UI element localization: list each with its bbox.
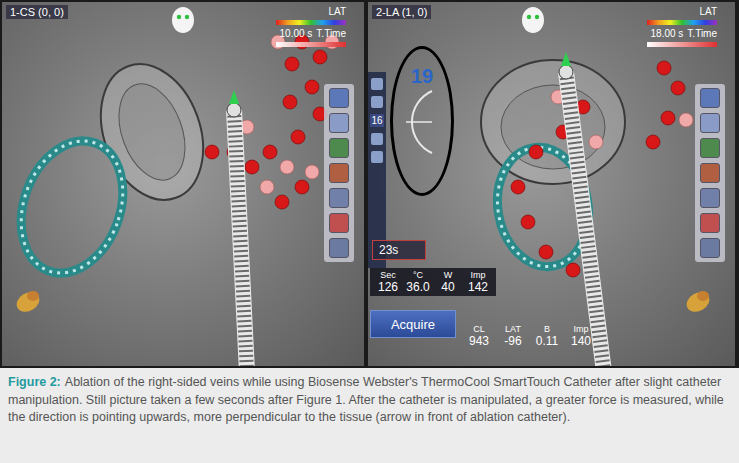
ablation-value: 40 bbox=[434, 280, 462, 294]
left-map-scene bbox=[2, 2, 364, 366]
color-legend: LAT 10.00 sT.Time bbox=[276, 6, 346, 47]
ttime-legend: 18.00 sT.Time bbox=[651, 28, 717, 39]
map-label: 1-CS (0, 0) bbox=[6, 5, 68, 19]
tool-button[interactable] bbox=[700, 238, 720, 258]
strip-icon[interactable] bbox=[371, 133, 383, 145]
catheter-icon bbox=[227, 90, 247, 366]
ttime-color-bar bbox=[276, 42, 346, 47]
right-map-panel: 2-LA (1, 0) LAT 18.00 sT.Time 16 19 23s Sec°CW… bbox=[368, 2, 735, 366]
strip-icon[interactable] bbox=[371, 151, 383, 163]
caption-label: Figure 2: bbox=[8, 375, 61, 389]
point-info-table: CL LAT B Imp 943 -96 0.11 140 bbox=[464, 324, 596, 348]
ablation-header: °C bbox=[404, 270, 432, 280]
map-label: 2-LA (1, 0) bbox=[372, 5, 431, 19]
caption-text: Ablation of the right-sided veins while … bbox=[8, 375, 724, 424]
tool-button[interactable] bbox=[700, 163, 720, 183]
heart-orientation-icon[interactable] bbox=[13, 288, 43, 316]
tool-button[interactable] bbox=[700, 188, 720, 208]
face-icon bbox=[522, 7, 544, 33]
lasso-catheter-icon bbox=[4, 127, 141, 288]
heart-orientation-icon[interactable] bbox=[683, 288, 713, 316]
contact-index: 16 bbox=[370, 114, 383, 127]
lat-color-bar bbox=[276, 20, 346, 25]
ttime-color-bar bbox=[647, 42, 717, 47]
ablation-timer: 23s bbox=[372, 240, 426, 260]
force-gauge: 19 bbox=[390, 46, 454, 196]
ablation-table: Sec°CWImp 12636.040142 bbox=[370, 268, 496, 296]
point-info-value: 943 bbox=[464, 334, 494, 348]
point-info-value: -96 bbox=[498, 334, 528, 348]
strip-icon[interactable] bbox=[371, 78, 383, 90]
catheter-icon bbox=[559, 52, 604, 366]
tool-button[interactable] bbox=[329, 238, 349, 258]
tool-button[interactable] bbox=[329, 88, 349, 108]
point-info-header: LAT bbox=[498, 324, 528, 334]
tool-button[interactable] bbox=[329, 213, 349, 233]
force-direction-icon bbox=[402, 87, 442, 157]
tool-button[interactable] bbox=[700, 88, 720, 108]
ablation-points bbox=[511, 61, 693, 277]
figure-caption: Figure 2:Ablation of the right-sided vei… bbox=[0, 368, 739, 463]
force-value: 19 bbox=[411, 65, 433, 87]
figure-page: 1-CS (0, 0) LAT 10.00 sT.Time 2-LA (1, 0) LA… bbox=[0, 0, 739, 463]
point-info-header: Imp bbox=[566, 324, 596, 334]
tool-button[interactable] bbox=[329, 163, 349, 183]
ttime-legend: 10.00 sT.Time bbox=[280, 28, 346, 39]
tool-button[interactable] bbox=[700, 213, 720, 233]
figure-image: 1-CS (0, 0) LAT 10.00 sT.Time 2-LA (1, 0) LA… bbox=[0, 0, 739, 368]
contact-toolbar: 16 bbox=[368, 72, 386, 268]
tool-button[interactable] bbox=[700, 138, 720, 158]
lat-legend: LAT bbox=[699, 6, 717, 17]
view-toolbar bbox=[324, 84, 354, 262]
lat-color-bar bbox=[647, 20, 717, 25]
ablation-header: W bbox=[434, 270, 462, 280]
ablation-header: Imp bbox=[464, 270, 492, 280]
lat-legend: LAT bbox=[328, 6, 346, 17]
view-toolbar bbox=[695, 84, 725, 262]
point-info-header: CL bbox=[464, 324, 494, 334]
point-info-header: B bbox=[532, 324, 562, 334]
ablation-value: 126 bbox=[374, 280, 402, 294]
left-map-panel: 1-CS (0, 0) LAT 10.00 sT.Time bbox=[2, 2, 364, 366]
face-icon bbox=[172, 7, 194, 33]
point-info-value: 0.11 bbox=[532, 334, 562, 348]
ablation-points bbox=[205, 35, 339, 209]
tool-button[interactable] bbox=[329, 138, 349, 158]
tool-button[interactable] bbox=[700, 113, 720, 133]
color-legend: LAT 18.00 sT.Time bbox=[647, 6, 717, 47]
ablation-value: 142 bbox=[464, 280, 492, 294]
tool-button[interactable] bbox=[329, 188, 349, 208]
ablation-value: 36.0 bbox=[404, 280, 432, 294]
ablation-header: Sec bbox=[374, 270, 402, 280]
acquire-button[interactable]: Acquire bbox=[370, 310, 456, 338]
tool-button[interactable] bbox=[329, 113, 349, 133]
point-info-value: 140 bbox=[566, 334, 596, 348]
strip-icon[interactable] bbox=[371, 96, 383, 108]
